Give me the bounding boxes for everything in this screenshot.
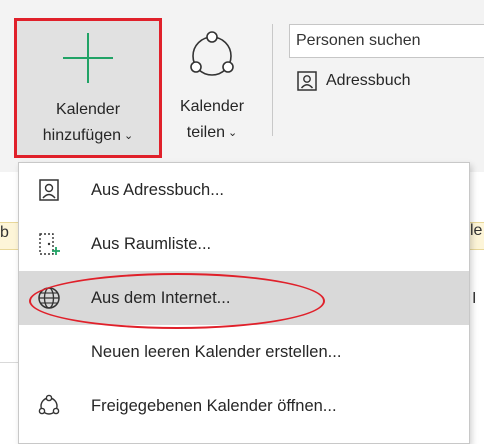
address-book-icon [39, 179, 59, 201]
room-list-icon [39, 233, 60, 255]
add-calendar-menu: Aus Adressbuch... Aus Raumliste... Aus d… [18, 162, 470, 444]
chevron-down-icon: ⌄ [124, 130, 134, 142]
address-book-icon [297, 71, 317, 91]
plus-icon [63, 33, 113, 83]
share-calendar-button[interactable]: Kalender teilen ⌄ [164, 18, 260, 158]
menu-item-label: Neuen leeren Kalender erstellen... [91, 342, 342, 361]
ribbon-divider [272, 24, 273, 136]
menu-item-new-blank-calendar[interactable]: Neuen leeren Kalender erstellen... [19, 325, 469, 379]
background-text-right-2: I [472, 290, 477, 307]
menu-item-from-address-book[interactable]: Aus Adressbuch... [19, 163, 469, 217]
add-calendar-label: Kalender hinzufügen ⌄ [43, 97, 134, 149]
menu-item-from-room-list[interactable]: Aus Raumliste... [19, 217, 469, 271]
menu-item-label: Aus Adressbuch... [91, 180, 224, 199]
menu-item-label: Freigegebenen Kalender öffnen... [91, 396, 337, 415]
menu-item-from-internet[interactable]: Aus dem Internet... [19, 271, 469, 325]
share-icon [190, 31, 234, 76]
address-book-button[interactable]: Adressbuch [296, 70, 411, 92]
globe-icon [38, 287, 60, 309]
address-book-label: Adressbuch [326, 72, 411, 89]
share-calendar-label: Kalender teilen ⌄ [180, 94, 244, 146]
menu-item-label: Aus Raumliste... [91, 234, 212, 253]
chevron-down-icon: ⌄ [228, 127, 238, 139]
background-divider [0, 362, 18, 363]
menu-item-label: Aus dem Internet... [91, 288, 231, 307]
add-calendar-button[interactable]: Kalender hinzufügen ⌄ [14, 18, 162, 158]
search-people-input[interactable]: Personen suchen [289, 24, 484, 58]
background-text-right: le [470, 222, 483, 239]
shared-calendar-icon [38, 394, 60, 415]
background-text-left: b [0, 224, 9, 241]
menu-item-open-shared-calendar[interactable]: Freigegebenen Kalender öffnen... [19, 379, 469, 433]
